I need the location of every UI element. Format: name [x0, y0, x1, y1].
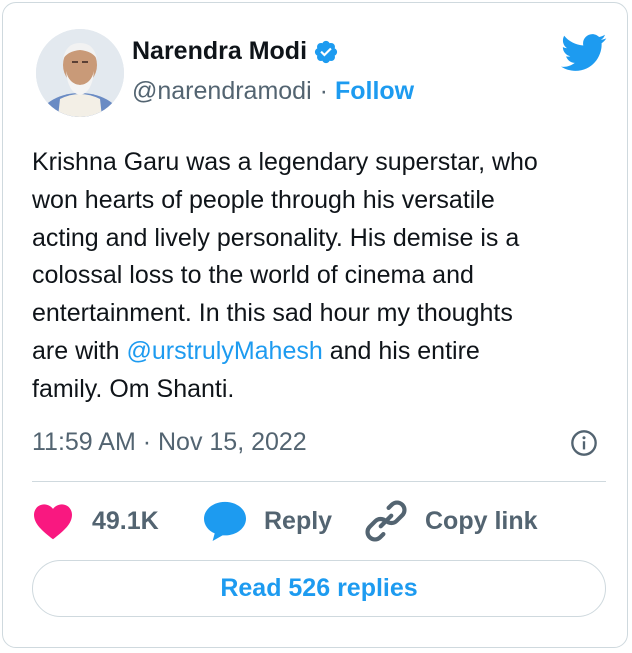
- twitter-bird-icon[interactable]: [561, 33, 607, 73]
- like-count: 49.1K: [92, 506, 159, 535]
- tweet-text-part: Krishna Garu was a legendary superstar, …: [32, 148, 538, 365]
- reply-label: Reply: [264, 506, 333, 535]
- speech-bubble-icon: [204, 501, 246, 542]
- like-button[interactable]: 49.1K: [32, 497, 159, 545]
- author-name[interactable]: Narendra Modi: [132, 37, 307, 66]
- separator-dot: ·: [319, 77, 328, 105]
- author-handle[interactable]: @narendramodi: [132, 77, 312, 106]
- reply-button[interactable]: Reply: [202, 497, 332, 545]
- follow-button[interactable]: Follow: [335, 77, 414, 106]
- copy-link-button[interactable]: Copy link: [365, 497, 538, 545]
- divider: [32, 481, 606, 482]
- tweet-timestamp[interactable]: 11:59 AM · Nov 15, 2022: [32, 428, 307, 457]
- copy-link-label: Copy link: [425, 506, 538, 535]
- tweet-card: Narendra Modi @narendramodi · Follow Kri…: [2, 2, 628, 648]
- avatar[interactable]: [36, 29, 124, 117]
- read-replies-button[interactable]: Read 526 replies: [32, 560, 606, 617]
- mention-link[interactable]: @urstrulyMahesh: [126, 337, 322, 365]
- author-handle-row: @narendramodi · Follow: [132, 77, 414, 106]
- author-name-row: Narendra Modi: [132, 37, 339, 66]
- link-icon: [365, 500, 407, 542]
- tweet-text: Krishna Garu was a legendary superstar, …: [32, 144, 607, 409]
- heart-icon: [34, 504, 72, 540]
- action-bar: 49.1K Reply Copy link: [32, 497, 606, 545]
- verified-badge-icon: [314, 40, 338, 63]
- info-icon[interactable]: [570, 429, 598, 457]
